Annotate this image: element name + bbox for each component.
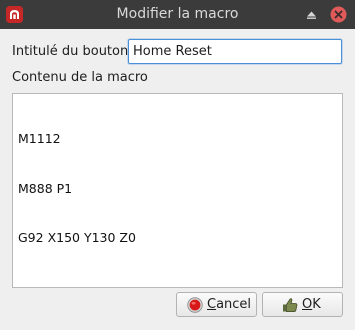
window-title: Modifier la macro [116,6,239,22]
ok-label-rest: K [312,297,321,312]
cancel-button[interactable]: Cancel [176,292,257,317]
cancel-mnemonic: C [207,297,217,312]
macro-content-textarea[interactable]: M1112 M888 P1 G92 X150 Y130 Z0 [12,93,343,288]
macro-line: G92 X150 Y130 Z0 [18,230,136,245]
maximize-triangle-icon[interactable] [303,6,320,23]
button-title-input[interactable] [128,39,342,64]
ok-button-label: OK [302,297,321,312]
macro-dialog: Modifier la macro Intitulé du bouton : C… [0,0,355,330]
ok-button[interactable]: OK [262,292,343,317]
close-x-icon[interactable] [330,6,347,23]
macro-content-label: Contenu de la macro [12,70,148,85]
ok-mnemonic: O [302,297,313,312]
cancel-button-label: Cancel [207,297,251,312]
button-title-label: Intitulé du bouton : [12,44,137,59]
macro-line: M888 P1 [18,180,73,196]
cancel-label-rest: ancel [216,297,252,312]
thumbs-up-icon [282,297,298,313]
macro-line: M1112 [18,131,61,146]
title-bar[interactable]: Modifier la macro [0,0,355,29]
red-circle-icon [187,297,203,313]
